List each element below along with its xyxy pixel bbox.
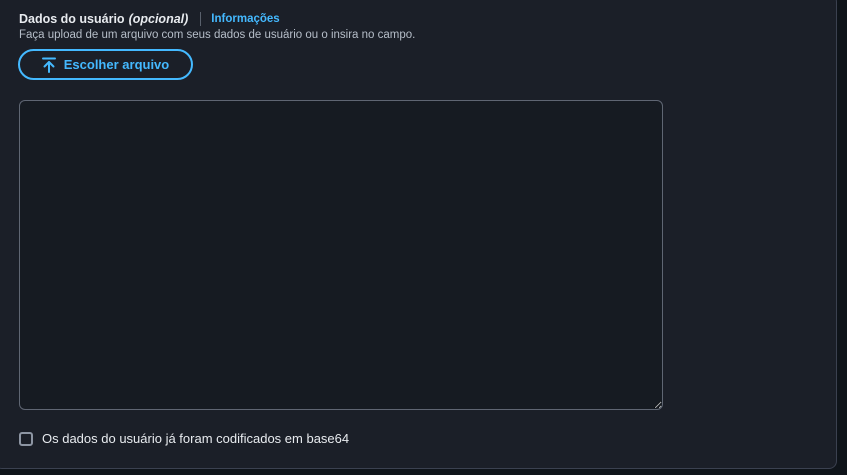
field-title: Dados do usuário xyxy=(19,12,125,26)
header-divider xyxy=(200,12,202,26)
info-link[interactable]: Informações xyxy=(211,13,279,25)
field-optional-tag: (opcional) xyxy=(128,12,189,26)
choose-file-button[interactable]: Escolher arquivo xyxy=(18,49,193,80)
base64-checkbox[interactable] xyxy=(19,431,33,446)
upload-arrow-icon xyxy=(41,57,56,73)
field-header: Dados do usuário (opcional) Informações xyxy=(19,10,280,28)
field-description: Faça upload de um arquivo com seus dados… xyxy=(19,29,416,41)
base64-checkbox-label[interactable]: Os dados do usuário já foram codificados… xyxy=(42,431,349,446)
user-data-textarea[interactable] xyxy=(19,100,663,410)
base64-checkbox-row[interactable]: Os dados do usuário já foram codificados… xyxy=(19,431,349,446)
choose-file-label: Escolher arquivo xyxy=(63,57,170,72)
